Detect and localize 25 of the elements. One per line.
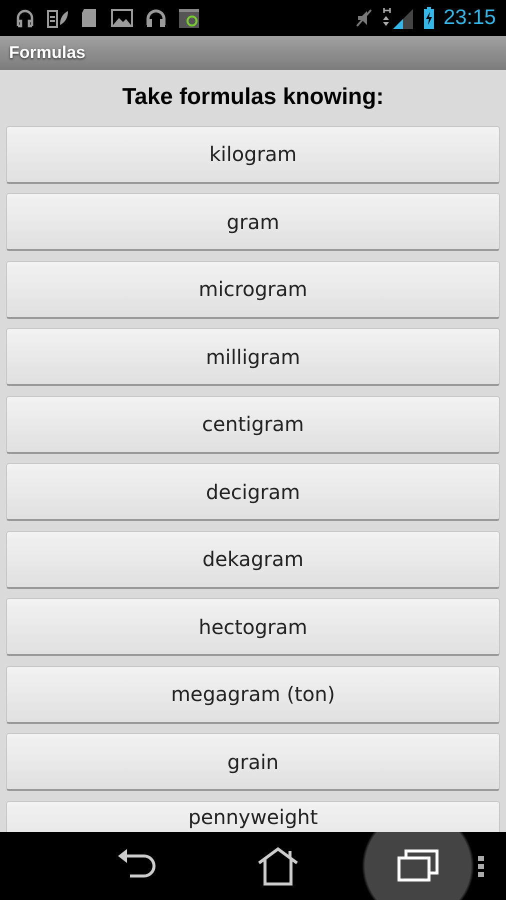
unit-button[interactable]: centigram xyxy=(6,396,500,454)
battery-charging-icon xyxy=(423,7,436,29)
home-icon xyxy=(256,846,300,886)
app-title: Formulas xyxy=(9,43,86,63)
unit-button[interactable]: milligram xyxy=(6,328,500,386)
recent-apps-icon xyxy=(396,848,440,884)
unit-button[interactable]: megagram (ton) xyxy=(6,666,500,724)
image-icon xyxy=(110,7,134,29)
unit-button[interactable]: decigram xyxy=(6,463,500,521)
headphones-icon xyxy=(14,7,36,29)
unit-button[interactable]: hectogram xyxy=(6,598,500,656)
mute-icon xyxy=(355,7,374,29)
page-heading: Take formulas knowing: xyxy=(121,83,385,110)
unit-button[interactable]: pennyweight xyxy=(6,800,500,832)
unit-button[interactable]: gram xyxy=(6,193,500,251)
signal-icon xyxy=(381,7,416,29)
unit-button[interactable]: grain xyxy=(6,733,500,791)
overflow-menu-icon[interactable] xyxy=(478,855,484,877)
unit-button[interactable]: dekagram xyxy=(6,530,500,588)
battery-leaf-icon xyxy=(46,7,70,29)
unit-button[interactable]: microgram xyxy=(6,260,500,318)
app-window-icon xyxy=(178,7,200,29)
unit-button[interactable]: kilogram xyxy=(6,126,500,184)
headphones-icon xyxy=(144,7,168,29)
status-time: 23:15 xyxy=(443,6,496,30)
